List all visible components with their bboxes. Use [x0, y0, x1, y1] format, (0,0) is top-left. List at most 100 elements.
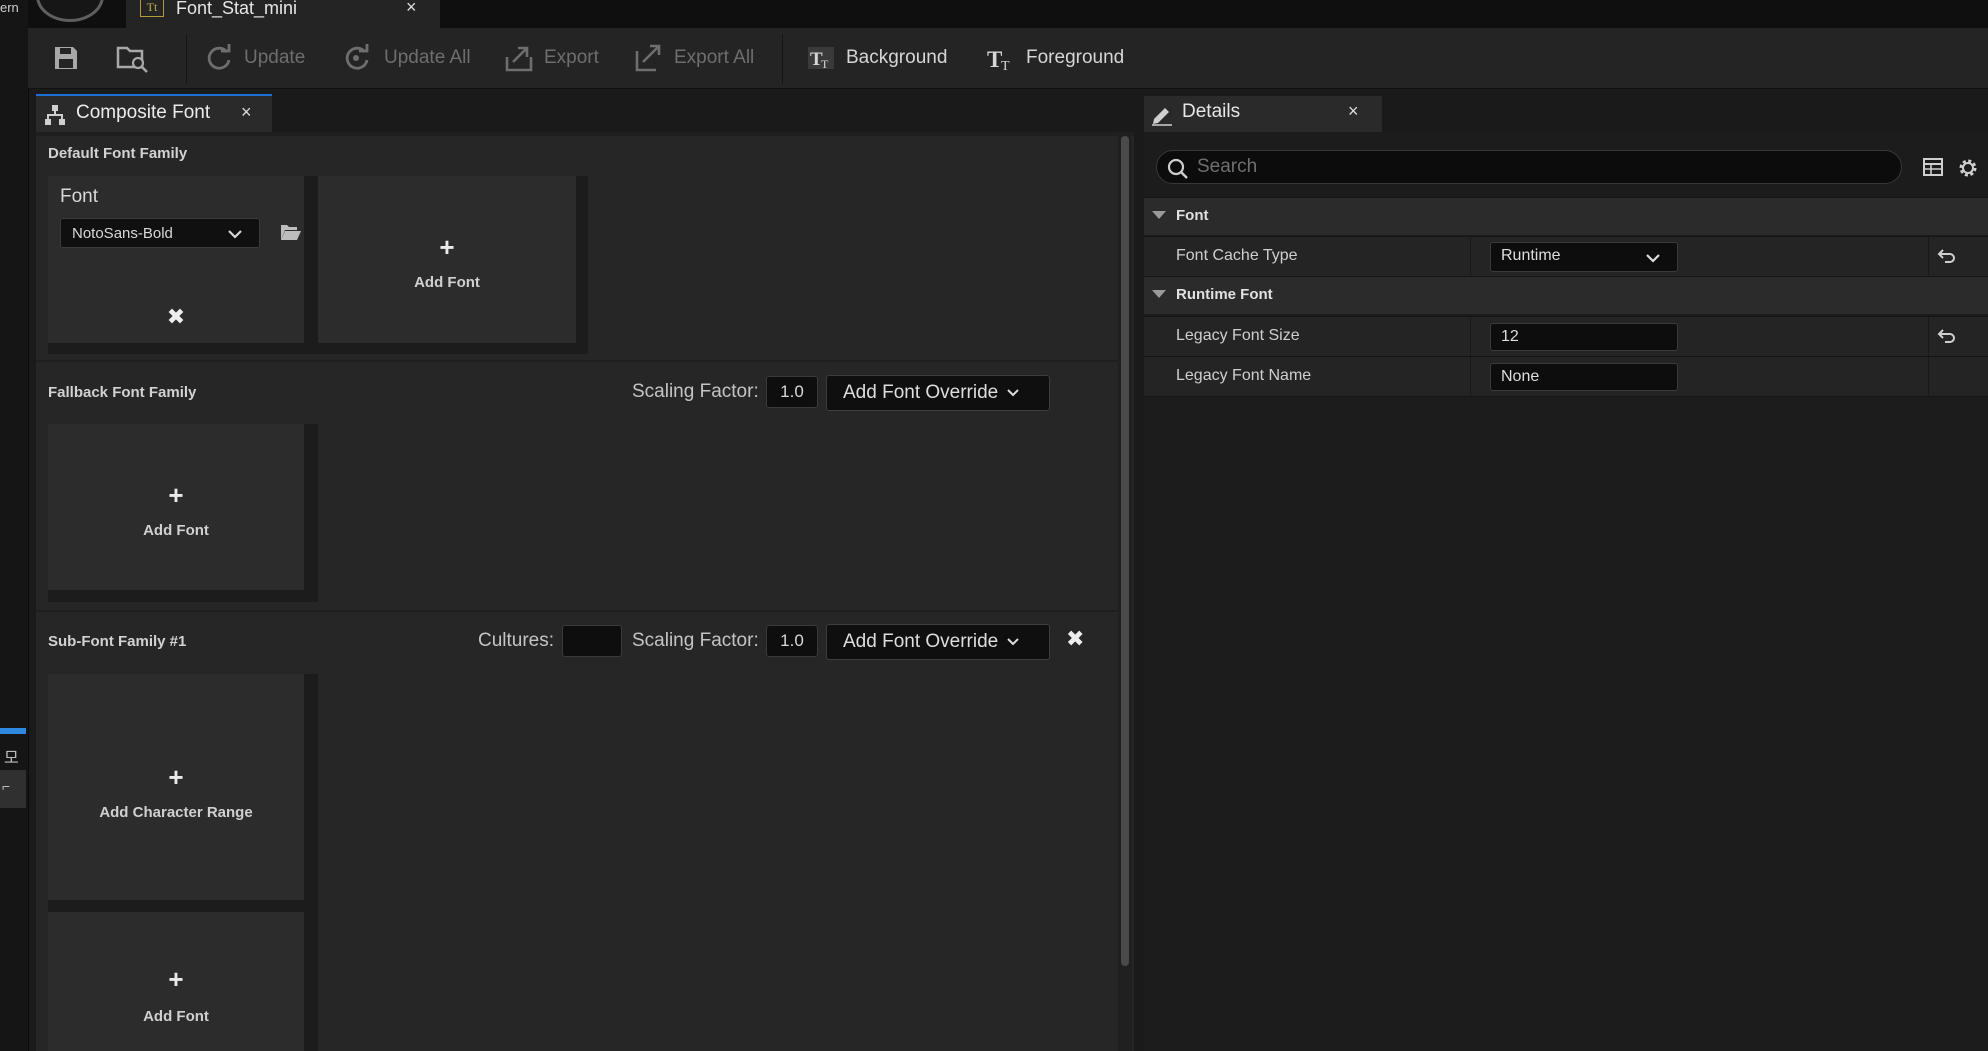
plus-icon: + [168, 964, 184, 994]
plus-icon: + [439, 232, 455, 262]
update-all-button[interactable]: Update All [342, 28, 471, 88]
category-runtime-font[interactable]: Runtime Font [1144, 276, 1988, 314]
gutter-tab-label[interactable]: 모 [4, 744, 19, 768]
asset-tab[interactable]: Tt Font_Stat_mini × [126, 0, 440, 28]
sub-scaling-input[interactable]: 1.0 [766, 625, 818, 657]
fallback-scaling-input[interactable]: 1.0 [766, 376, 818, 408]
scrollbar-thumb[interactable] [1121, 136, 1129, 966]
update-button[interactable]: Update [204, 28, 305, 88]
cultures-input[interactable] [562, 625, 622, 657]
update-all-label: Update All [384, 47, 471, 68]
update-label: Update [244, 47, 306, 68]
search-input[interactable]: Search [1156, 150, 1902, 184]
column-divider [1928, 237, 1929, 277]
table-view-icon[interactable] [1922, 156, 1944, 178]
foreground-button[interactable]: T T Foreground [986, 28, 1124, 88]
composite-font-tab-title: Composite Font [76, 102, 211, 123]
toolbar-separator [186, 34, 187, 84]
cultures-label: Cultures: [478, 630, 555, 651]
column-divider [1928, 357, 1929, 397]
plus-icon: + [168, 480, 184, 510]
sub-family-title: Sub-Font Family #1 [48, 633, 187, 650]
background-button[interactable]: T T Background [806, 28, 947, 88]
sub-add-override-button[interactable]: Add Font Override [826, 624, 1050, 660]
divider [306, 176, 312, 354]
section-divider [36, 360, 1118, 362]
category-font-title: Font [1176, 207, 1209, 224]
add-character-range-button[interactable]: + Add Character Range [48, 674, 304, 900]
save-button[interactable] [52, 28, 80, 88]
details-close-icon[interactable]: × [1348, 101, 1359, 122]
font-cache-type-value: Runtime [1501, 247, 1561, 264]
browse-folder-icon[interactable] [280, 223, 302, 241]
add-font-button[interactable]: + Add Font [318, 176, 576, 343]
remove-font-icon[interactable]: ✖ [48, 304, 304, 330]
details-pencil-icon [1152, 108, 1172, 126]
chevron-down-icon [228, 230, 242, 239]
collapse-arrow-icon[interactable] [1152, 290, 1166, 298]
chevron-down-icon [1646, 254, 1660, 263]
svg-text:T: T [821, 57, 829, 71]
foreground-label: Foreground [1026, 47, 1125, 68]
svg-text:T: T [1001, 59, 1010, 73]
details-tab-title: Details [1182, 101, 1241, 122]
prop-name: Font Cache Type [1176, 247, 1298, 264]
sub-add-font-button[interactable]: + Add Font [48, 912, 304, 1051]
asset-tab-title: Font_Stat_mini [176, 0, 298, 18]
fallback-add-override-button[interactable]: Add Font Override [826, 375, 1050, 411]
export-all-label: Export All [674, 47, 755, 68]
prop-legacy-font-name: Legacy Font Name None [1144, 356, 1988, 397]
tab-details[interactable]: Details × [1144, 96, 1382, 132]
font-cache-type-dropdown[interactable]: Runtime [1490, 242, 1678, 272]
font-asset-icon: Tt [140, 0, 164, 17]
tab-composite-font[interactable]: Composite Font × [36, 94, 272, 132]
collapse-arrow-icon[interactable] [1152, 211, 1166, 219]
refresh-all-icon [345, 44, 369, 70]
plus-icon: + [168, 762, 184, 792]
search-placeholder: Search [1197, 156, 1258, 177]
font-asset-dropdown[interactable]: NotoSans-Bold [60, 218, 260, 248]
browse-button[interactable] [116, 28, 150, 88]
gutter-tab-glyph: ⌐ [2, 778, 11, 794]
column-divider [1470, 357, 1471, 397]
add-font-label: Add Font [143, 1008, 209, 1025]
add-character-range-label: Add Character Range [99, 804, 253, 821]
chevron-down-icon [1007, 638, 1019, 646]
gutter-tab[interactable]: ⌐ [0, 770, 26, 808]
prop-font-cache-type: Font Cache Type Runtime [1144, 236, 1988, 277]
remove-sub-family-icon[interactable]: ✖ [1066, 626, 1084, 652]
reset-to-default-icon[interactable] [1936, 245, 1958, 267]
category-font[interactable]: Font [1144, 197, 1988, 235]
fallback-scaling-label: Scaling Factor: [632, 381, 759, 402]
composite-font-close-icon[interactable]: × [241, 102, 252, 123]
fallback-add-font-button[interactable]: + Add Font [48, 424, 304, 590]
export-icon [505, 46, 533, 72]
section-divider [36, 610, 1118, 612]
gear-icon[interactable] [1956, 156, 1980, 180]
reset-to-default-icon[interactable] [1936, 325, 1958, 347]
asset-tab-close-icon[interactable]: × [406, 0, 417, 18]
prop-legacy-font-size: Legacy Font Size 12 [1144, 316, 1988, 357]
details-list-end [1144, 396, 1988, 397]
legacy-font-name-field[interactable]: None [1490, 363, 1678, 391]
font-entry-card: Font NotoSans-Bold ✖ [48, 176, 304, 343]
fallback-family-title: Fallback Font Family [48, 384, 197, 401]
export-label: Export [544, 47, 599, 68]
column-divider [1470, 317, 1471, 357]
chevron-down-icon [1007, 389, 1019, 397]
toolbar-separator [782, 34, 783, 84]
font-asset-value: NotoSans-Bold [72, 225, 173, 242]
save-icon [55, 47, 77, 69]
left-gutter: ern 모 ⌐ [0, 0, 29, 1051]
add-override-label: Add Font Override [843, 631, 999, 652]
export-button[interactable]: Export [504, 28, 599, 88]
foreground-color-icon: T T [987, 47, 1010, 73]
legacy-font-size-input[interactable]: 12 [1490, 323, 1678, 351]
column-divider [1928, 317, 1929, 357]
export-all-button[interactable]: Export All [634, 28, 754, 88]
add-override-label: Add Font Override [843, 382, 999, 403]
background-color-icon: T T [808, 47, 834, 71]
toolbar: Update Update All Export Export All T T … [28, 28, 1988, 89]
background-label: Background [846, 47, 948, 68]
composite-font-panel: Default Font Family Font NotoSans-Bold ✖… [36, 132, 1134, 1051]
